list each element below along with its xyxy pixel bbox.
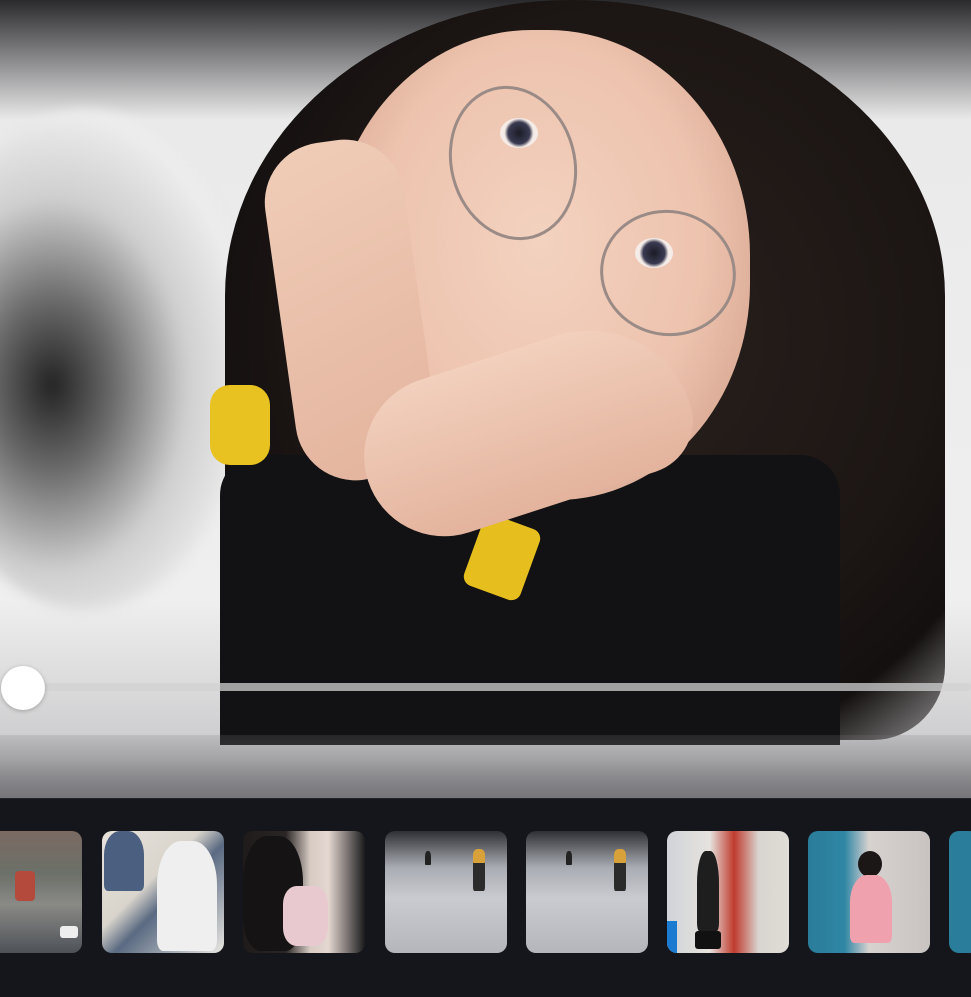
thumbnail-6[interactable]	[667, 831, 789, 953]
thumbnail-5[interactable]	[526, 831, 648, 953]
thumbnail-7[interactable]	[808, 831, 930, 953]
thumbnail-2[interactable]	[102, 831, 224, 953]
scrubber-handle[interactable]	[1, 666, 45, 710]
video-scrubber[interactable]	[0, 666, 971, 710]
thumbnail-3[interactable]	[243, 831, 365, 953]
scrubber-track[interactable]	[0, 683, 971, 691]
photo-foreground-surface	[0, 735, 971, 798]
photo-viewer[interactable]	[0, 0, 971, 798]
photo-yellow-collar-left	[210, 385, 270, 465]
thumbnail-filmstrip[interactable]	[0, 798, 971, 997]
blurred-foreground-object	[0, 110, 250, 610]
thumbnail-1[interactable]	[0, 831, 82, 953]
thumbnail-4[interactable]	[385, 831, 507, 953]
thumbnail-8[interactable]	[949, 831, 971, 953]
